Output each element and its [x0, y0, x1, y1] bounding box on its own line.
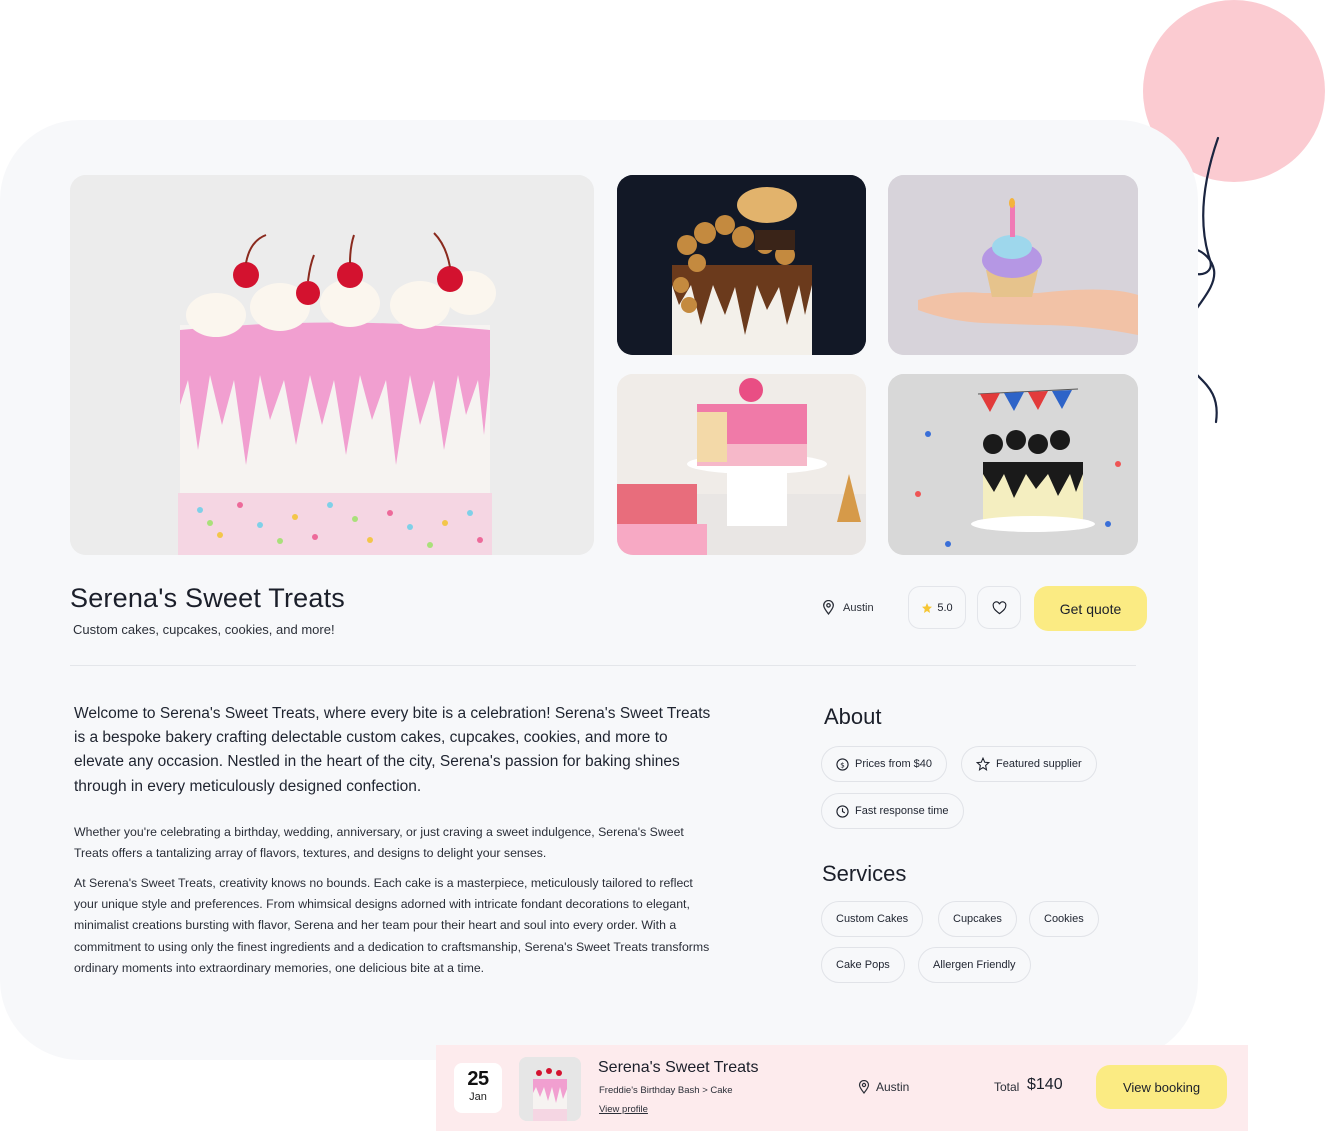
rating-value: 5.0 — [937, 601, 953, 614]
rating-badge[interactable]: 5.0 — [908, 586, 966, 629]
gallery-hero-image[interactable] — [70, 175, 594, 555]
service-chip-cupcakes[interactable]: Cupcakes — [938, 901, 1017, 937]
view-booking-button[interactable]: View booking — [1096, 1065, 1227, 1109]
location-label: Austin — [843, 601, 874, 614]
booking-supplier-name: Serena's Sweet Treats — [598, 1059, 759, 1076]
view-profile-link[interactable]: View profile — [599, 1104, 648, 1115]
about-heading: About — [824, 704, 882, 729]
booking-total-label: Total — [994, 1080, 1020, 1094]
booking-date: 25 Jan — [454, 1063, 502, 1113]
favorite-button[interactable] — [977, 586, 1021, 629]
booking-bar: 25 Jan Serena's Sweet Treats Freddie's B… — [436, 1045, 1248, 1131]
star-icon — [922, 602, 933, 613]
booking-breadcrumb: Freddie's Birthday Bash > Cake — [599, 1085, 733, 1096]
booking-thumbnail — [519, 1057, 581, 1121]
service-chip-cookies[interactable]: Cookies — [1029, 901, 1099, 937]
service-chip-allergen-friendly[interactable]: Allergen Friendly — [918, 947, 1031, 983]
map-pin-icon — [858, 1080, 870, 1094]
supplier-location: Austin — [822, 600, 874, 615]
get-quote-button[interactable]: Get quote — [1034, 586, 1147, 631]
svg-text:$: $ — [840, 760, 845, 769]
description-intro: Welcome to Serena's Sweet Treats, where … — [74, 705, 711, 795]
supplier-name: Serena's Sweet Treats — [70, 583, 345, 613]
map-pin-icon — [823, 600, 834, 615]
gallery-image-birthday-cake[interactable] — [888, 374, 1138, 555]
gallery-image-pink-cake[interactable] — [617, 374, 866, 555]
supplier-card: Serena's Sweet Treats Custom cakes, cupc… — [0, 120, 1198, 1060]
description-paragraph-2: Whether you're celebrating a birthday, w… — [74, 825, 684, 861]
heart-icon — [992, 600, 1006, 614]
description-paragraph-3: At Serena's Sweet Treats, creativity kno… — [74, 876, 710, 975]
clock-icon — [836, 804, 849, 818]
about-chip-price: $ Prices from $40 — [821, 746, 948, 782]
booking-location: Austin — [858, 1080, 909, 1094]
booking-total-value: $140 — [1027, 1076, 1063, 1093]
service-chip-cake-pops[interactable]: Cake Pops — [821, 947, 905, 983]
supplier-tagline: Custom cakes, cupcakes, cookies, and mor… — [73, 622, 335, 637]
gallery-image-drip-cake[interactable] — [617, 175, 866, 355]
star-outline-icon — [976, 757, 990, 771]
about-chip-featured: Featured supplier — [961, 746, 1097, 782]
booking-day: 25 — [467, 1068, 489, 1090]
booking-month: Jan — [469, 1091, 487, 1103]
services-heading: Services — [822, 861, 907, 886]
gallery-image-cupcake[interactable] — [888, 175, 1138, 355]
service-chip-custom-cakes[interactable]: Custom Cakes — [821, 901, 924, 937]
section-divider — [70, 665, 1136, 666]
about-chip-response: Fast response time — [821, 793, 964, 829]
dollar-circle-icon: $ — [836, 757, 849, 771]
